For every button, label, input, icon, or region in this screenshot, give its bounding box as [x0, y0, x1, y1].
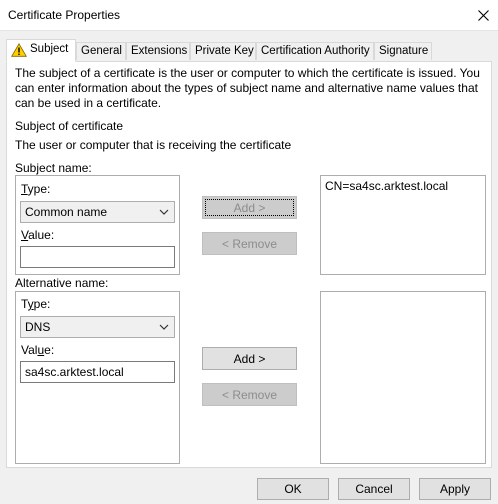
alternative-type-select[interactable]: DNS: [20, 316, 175, 338]
subject-value-input[interactable]: [20, 246, 175, 268]
tab-certification-authority-label: Certification Authority: [261, 45, 370, 57]
subject-name-list[interactable]: CN=sa4sc.arktest.local: [320, 175, 486, 275]
apply-button-label: Apply: [439, 482, 471, 496]
tab-extensions-label: Extensions: [131, 45, 188, 57]
subject-type-value: Common name: [25, 205, 108, 219]
alternative-type-value: DNS: [25, 320, 51, 334]
alternative-remove-button-label: < Remove: [221, 387, 278, 402]
alternative-add-button-label: Add >: [233, 351, 266, 366]
tab-private-key[interactable]: Private Key: [190, 42, 256, 60]
close-icon: [477, 9, 489, 21]
subject-add-button[interactable]: Add >: [202, 196, 297, 219]
alternative-add-button[interactable]: Add >: [202, 347, 297, 370]
tab-signature-label: Signature: [379, 45, 429, 57]
alternative-remove-button[interactable]: < Remove: [202, 383, 297, 406]
tab-private-key-label: Private Key: [195, 45, 254, 57]
tab-general[interactable]: General: [76, 42, 126, 60]
window-title: Certificate Properties: [8, 8, 121, 22]
subject-name-label: Subject name:: [15, 161, 92, 175]
tab-general-label: General: [81, 45, 122, 57]
chevron-down-icon: [159, 209, 169, 215]
alternative-value-input[interactable]: sa4sc.arktest.local: [20, 361, 175, 383]
subject-type-select[interactable]: Common name: [20, 201, 175, 223]
subject-description: The user or computer that is receiving t…: [15, 138, 292, 152]
alternative-name-list[interactable]: [320, 291, 486, 464]
tab-extensions[interactable]: Extensions: [126, 42, 190, 60]
alternative-value-label: Value:: [21, 343, 55, 357]
subject-name-group: Type: Common name Value:: [15, 175, 180, 275]
alternative-name-group: Type: DNS Value: sa4sc.arktest.local: [15, 291, 180, 464]
subject-remove-button-label: < Remove: [221, 236, 278, 251]
close-button[interactable]: [468, 0, 498, 30]
subject-tab-panel: The subject of a certificate is the user…: [6, 61, 492, 468]
chevron-down-icon: [159, 324, 169, 330]
tab-subject[interactable]: Subject: [6, 39, 76, 62]
list-item[interactable]: CN=sa4sc.arktest.local: [325, 179, 481, 193]
apply-button[interactable]: Apply: [419, 478, 491, 500]
subject-heading: Subject of certificate: [15, 119, 124, 133]
alternative-name-label: Alternative name:: [15, 276, 109, 290]
cancel-button-label: Cancel: [355, 482, 393, 496]
subject-add-button-label: Add >: [233, 200, 266, 215]
subject-remove-button[interactable]: < Remove: [202, 232, 297, 255]
tab-strip: Subject General Extensions Private Key C…: [6, 39, 492, 62]
tab-signature[interactable]: Signature: [374, 42, 432, 60]
subject-value-label: Value:: [21, 228, 55, 242]
subject-type-label: Type:: [21, 182, 51, 196]
intro-text: The subject of a certificate is the user…: [15, 66, 480, 110]
ok-button-label: OK: [284, 482, 302, 496]
ok-button[interactable]: OK: [257, 478, 329, 500]
alternative-type-label: Type:: [21, 297, 51, 311]
cancel-button[interactable]: Cancel: [338, 478, 410, 500]
tab-certification-authority[interactable]: Certification Authority: [256, 42, 374, 60]
tab-subject-label: Subject: [30, 43, 69, 55]
alternative-value-text: sa4sc.arktest.local: [25, 365, 124, 379]
title-bar: Certificate Properties: [0, 0, 498, 31]
warning-icon: [11, 43, 27, 57]
